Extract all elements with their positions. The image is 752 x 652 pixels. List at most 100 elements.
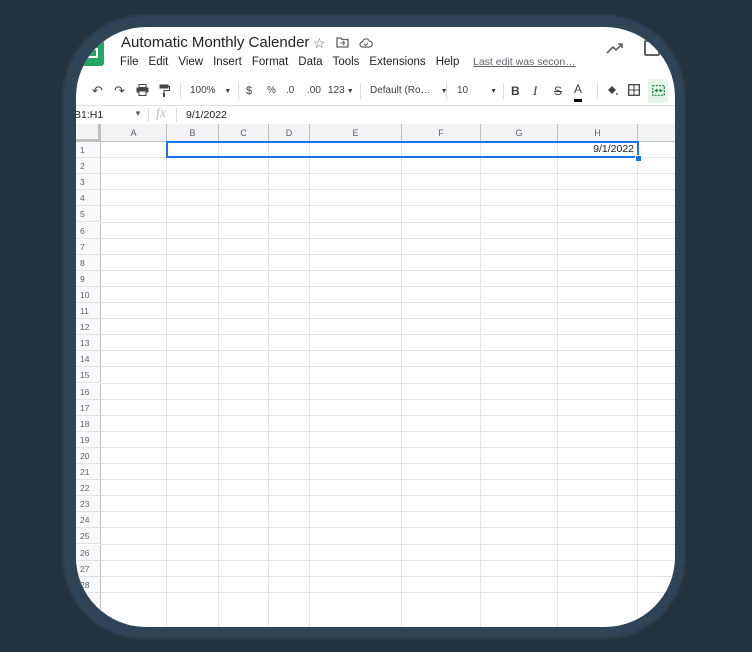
menu-help[interactable]: Help [436, 56, 460, 72]
document-title[interactable]: Automatic Monthly Calender [121, 34, 309, 51]
row-gridline [101, 334, 675, 336]
more-formats-button[interactable]: 123 ▼ [328, 79, 354, 103]
menu-format[interactable]: Format [252, 56, 288, 72]
column-header-d[interactable]: D [269, 124, 310, 142]
redo-icon[interactable]: ↷ [114, 79, 125, 103]
row-header-5[interactable]: 5 [76, 206, 101, 223]
row-header-6[interactable]: 6 [76, 222, 101, 239]
cloud-status-icon[interactable] [359, 37, 373, 51]
trend-icon[interactable] [605, 40, 625, 56]
row-header-28[interactable]: 28 [76, 576, 101, 593]
row-header-11[interactable]: 11 [76, 303, 101, 320]
paint-format-icon[interactable] [159, 79, 170, 103]
print-icon[interactable] [136, 79, 149, 103]
borders-icon[interactable] [628, 79, 640, 103]
toolbar-divider [597, 83, 598, 99]
menu-tools[interactable]: Tools [333, 56, 360, 72]
column-header-c[interactable]: C [219, 124, 269, 142]
screen: Automatic Monthly Calender ☆ File Edit V… [76, 27, 675, 627]
cell-h1-value: 9/1/2022 [593, 143, 634, 155]
column-gridline [480, 142, 481, 627]
formula-input[interactable]: 9/1/2022 [186, 109, 227, 121]
menu-insert[interactable]: Insert [213, 56, 242, 72]
column-header-a[interactable]: A [101, 124, 167, 142]
row-gridline [101, 511, 675, 513]
zoom-select[interactable]: 100% ▼ [190, 79, 231, 103]
row-header-19[interactable]: 19 [76, 431, 101, 448]
row-gridline [101, 479, 675, 481]
menu-edit[interactable]: Edit [149, 56, 169, 72]
row-header-8[interactable]: 8 [76, 254, 101, 271]
row-header-10[interactable]: 10 [76, 286, 101, 303]
column-gridline [637, 142, 638, 627]
row-header-15[interactable]: 15 [76, 367, 101, 384]
sheets-logo-icon[interactable] [80, 40, 104, 66]
font-select[interactable]: Default (Ro… ▼ [370, 79, 448, 103]
row-gridline [101, 269, 675, 271]
move-to-folder-icon[interactable] [336, 36, 349, 51]
row-gridline [101, 446, 675, 448]
row-header-1[interactable]: 1 [76, 142, 101, 159]
decrease-decimal-button[interactable]: .0 [286, 79, 294, 103]
row-gridline [101, 575, 675, 577]
text-color-button[interactable]: A [574, 81, 583, 102]
menu-data[interactable]: Data [298, 56, 322, 72]
row-header-21[interactable]: 21 [76, 464, 101, 481]
row-header-2[interactable]: 2 [76, 158, 101, 175]
column-header-f[interactable]: F [402, 124, 481, 142]
row-gridline [101, 318, 675, 320]
menu-file[interactable]: File [120, 56, 139, 72]
row-gridline [101, 463, 675, 464]
column-header-g[interactable]: G [481, 124, 558, 142]
menu-extensions[interactable]: Extensions [369, 56, 425, 72]
undo-icon[interactable]: ↶ [92, 79, 103, 103]
column-header-b[interactable]: B [167, 124, 219, 142]
star-icon[interactable]: ☆ [313, 36, 326, 50]
row-header-25[interactable]: 25 [76, 528, 101, 545]
font-value: Default (Ro… [370, 85, 431, 96]
menu-view[interactable]: View [178, 56, 203, 72]
row-header-23[interactable]: 23 [76, 496, 101, 513]
comment-icon[interactable] [644, 40, 660, 56]
bold-button[interactable]: B [511, 79, 520, 103]
formula-divider [148, 108, 149, 122]
name-box[interactable]: B1:H1 [76, 109, 103, 121]
row-header-4[interactable]: 4 [76, 190, 101, 207]
row-header-20[interactable]: 20 [76, 447, 101, 464]
row-header-24[interactable]: 24 [76, 512, 101, 529]
row-header-7[interactable]: 7 [76, 238, 101, 255]
column-gridline [166, 142, 167, 627]
last-edit-link[interactable]: Last edit was secon… [473, 56, 576, 68]
row-header-18[interactable]: 18 [76, 415, 101, 432]
row-header-16[interactable]: 16 [76, 383, 101, 400]
row-gridline [101, 285, 675, 287]
row-header-14[interactable]: 14 [76, 351, 101, 368]
merge-cells-icon[interactable] [648, 79, 668, 103]
strikethrough-button[interactable]: S [554, 79, 562, 103]
currency-button[interactable]: $ [246, 79, 252, 103]
column-header-extra [638, 124, 675, 142]
select-all-corner[interactable] [76, 124, 101, 142]
row-header-13[interactable]: 13 [76, 335, 101, 352]
row-header-9[interactable]: 9 [76, 270, 101, 287]
italic-button[interactable]: I [533, 79, 537, 103]
row-header-12[interactable]: 12 [76, 319, 101, 336]
percent-button[interactable]: % [267, 79, 276, 103]
spreadsheet-grid[interactable]: A B C D E F G H 1 2 3 4 5 6 7 8 9 10 11 12 13 14 15 16 17 18 19 20 2… [76, 124, 675, 627]
row-header-3[interactable]: 3 [76, 174, 101, 191]
zoom-chevron-down-icon: ▼ [224, 88, 232, 95]
column-header-h[interactable]: H [558, 124, 638, 142]
row-gridline [101, 559, 675, 561]
fill-color-icon[interactable] [606, 79, 619, 103]
font-size-select[interactable]: 10 ▼ [457, 79, 497, 103]
toolbar-divider [238, 83, 239, 99]
row-header-27[interactable]: 27 [76, 560, 101, 577]
row-header-26[interactable]: 26 [76, 544, 101, 561]
increase-decimal-button[interactable]: .00 [307, 79, 321, 103]
fill-handle[interactable] [635, 155, 642, 163]
column-header-e[interactable]: E [310, 124, 402, 142]
row-header-22[interactable]: 22 [76, 480, 101, 497]
column-gridline [557, 142, 558, 627]
name-box-chevron-down-icon[interactable]: ▼ [134, 109, 142, 118]
row-header-17[interactable]: 17 [76, 399, 101, 416]
